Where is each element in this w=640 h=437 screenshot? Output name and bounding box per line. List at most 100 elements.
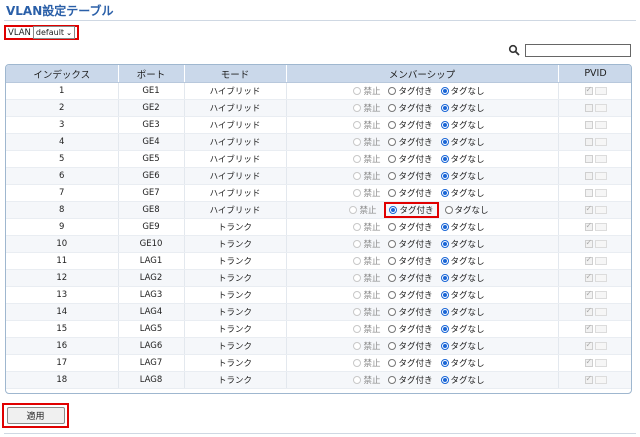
membership-untagged-option[interactable]: タグなし <box>440 289 485 301</box>
pvid-checkbox[interactable] <box>584 172 593 180</box>
radio-tagged[interactable] <box>388 274 397 282</box>
radio-tagged[interactable] <box>388 376 397 384</box>
radio-forbidden[interactable] <box>353 121 362 129</box>
membership-untagged-option[interactable]: タグなし <box>440 255 485 267</box>
membership-untagged-option[interactable]: タグなし <box>440 187 485 199</box>
radio-forbidden[interactable] <box>353 359 362 367</box>
radio-untagged[interactable] <box>440 138 449 146</box>
membership-tagged-option[interactable]: タグ付き <box>388 187 433 199</box>
membership-forbidden-option[interactable]: 禁止 <box>353 357 380 369</box>
pvid-checkbox[interactable] <box>584 340 593 350</box>
radio-tagged[interactable] <box>388 359 397 367</box>
membership-tagged-option[interactable]: タグ付き <box>388 374 433 386</box>
membership-forbidden-option[interactable]: 禁止 <box>353 289 380 301</box>
radio-tagged[interactable] <box>388 121 397 129</box>
radio-forbidden[interactable] <box>353 342 362 350</box>
radio-forbidden[interactable] <box>353 308 362 316</box>
membership-tagged-option[interactable]: タグ付き <box>384 202 439 218</box>
apply-button[interactable]: 適用 <box>6 407 65 424</box>
header-membership[interactable]: メンバーシップ <box>286 65 559 83</box>
radio-forbidden[interactable] <box>353 138 362 146</box>
membership-tagged-option[interactable]: タグ付き <box>388 170 433 182</box>
membership-forbidden-option[interactable]: 禁止 <box>349 204 376 216</box>
membership-untagged-option[interactable]: タグなし <box>440 272 485 284</box>
radio-tagged[interactable] <box>388 155 397 163</box>
pvid-checkbox[interactable] <box>584 323 593 333</box>
membership-forbidden-option[interactable]: 禁止 <box>353 340 380 352</box>
radio-forbidden[interactable] <box>353 104 362 112</box>
radio-tagged[interactable] <box>388 223 397 231</box>
radio-tagged[interactable] <box>389 206 398 214</box>
pvid-checkbox[interactable] <box>584 374 593 384</box>
membership-tagged-option[interactable]: タグ付き <box>388 221 433 233</box>
radio-untagged[interactable] <box>440 155 449 163</box>
radio-tagged[interactable] <box>388 138 397 146</box>
membership-tagged-option[interactable]: タグ付き <box>388 357 433 369</box>
membership-tagged-option[interactable]: タグ付き <box>388 119 433 131</box>
header-index[interactable]: インデックス <box>6 65 119 83</box>
membership-untagged-option[interactable]: タグなし <box>440 119 485 131</box>
membership-untagged-option[interactable]: タグなし <box>440 102 485 114</box>
membership-forbidden-option[interactable]: 禁止 <box>353 136 380 148</box>
membership-forbidden-option[interactable]: 禁止 <box>353 102 380 114</box>
membership-untagged-option[interactable]: タグなし <box>440 306 485 318</box>
header-mode[interactable]: モード <box>184 65 287 83</box>
pvid-checkbox[interactable] <box>584 121 593 129</box>
radio-forbidden[interactable] <box>353 189 362 197</box>
membership-forbidden-option[interactable]: 禁止 <box>353 374 380 386</box>
radio-tagged[interactable] <box>388 291 397 299</box>
membership-untagged-option[interactable]: タグなし <box>440 340 485 352</box>
membership-tagged-option[interactable]: タグ付き <box>388 85 433 97</box>
membership-forbidden-option[interactable]: 禁止 <box>353 119 380 131</box>
membership-forbidden-option[interactable]: 禁止 <box>353 306 380 318</box>
radio-forbidden[interactable] <box>353 223 362 231</box>
radio-tagged[interactable] <box>388 172 397 180</box>
header-port[interactable]: ポート <box>118 65 185 83</box>
membership-tagged-option[interactable]: タグ付き <box>388 238 433 250</box>
pvid-checkbox[interactable] <box>584 155 593 163</box>
radio-untagged[interactable] <box>440 342 449 350</box>
radio-untagged[interactable] <box>440 104 449 112</box>
membership-untagged-option[interactable]: タグなし <box>444 204 489 216</box>
membership-forbidden-option[interactable]: 禁止 <box>353 221 380 233</box>
membership-tagged-option[interactable]: タグ付き <box>388 153 433 165</box>
search-input[interactable] <box>525 44 631 57</box>
radio-tagged[interactable] <box>388 104 397 112</box>
radio-forbidden[interactable] <box>353 155 362 163</box>
radio-untagged[interactable] <box>440 325 449 333</box>
membership-tagged-option[interactable]: タグ付き <box>388 340 433 352</box>
pvid-checkbox[interactable] <box>584 357 593 367</box>
membership-tagged-option[interactable]: タグ付き <box>388 323 433 335</box>
radio-untagged[interactable] <box>440 121 449 129</box>
pvid-checkbox[interactable] <box>584 138 593 146</box>
radio-forbidden[interactable] <box>353 172 362 180</box>
radio-forbidden[interactable] <box>353 257 362 265</box>
vlan-select[interactable]: default ⌄ <box>32 26 75 39</box>
radio-tagged[interactable] <box>388 308 397 316</box>
membership-untagged-option[interactable]: タグなし <box>440 153 485 165</box>
radio-forbidden[interactable] <box>353 325 362 333</box>
pvid-checkbox[interactable] <box>584 289 593 299</box>
membership-tagged-option[interactable]: タグ付き <box>388 289 433 301</box>
radio-untagged[interactable] <box>444 206 453 214</box>
membership-tagged-option[interactable]: タグ付き <box>388 272 433 284</box>
membership-tagged-option[interactable]: タグ付き <box>388 136 433 148</box>
membership-untagged-option[interactable]: タグなし <box>440 323 485 335</box>
pvid-checkbox[interactable] <box>584 306 593 316</box>
membership-forbidden-option[interactable]: 禁止 <box>353 187 380 199</box>
radio-untagged[interactable] <box>440 376 449 384</box>
radio-untagged[interactable] <box>440 291 449 299</box>
radio-forbidden[interactable] <box>353 291 362 299</box>
header-pvid[interactable]: PVID <box>558 65 631 83</box>
radio-untagged[interactable] <box>440 189 449 197</box>
radio-tagged[interactable] <box>388 189 397 197</box>
pvid-checkbox[interactable] <box>584 104 593 112</box>
membership-untagged-option[interactable]: タグなし <box>440 170 485 182</box>
radio-untagged[interactable] <box>440 359 449 367</box>
membership-untagged-option[interactable]: タグなし <box>440 136 485 148</box>
radio-untagged[interactable] <box>440 240 449 248</box>
membership-forbidden-option[interactable]: 禁止 <box>353 323 380 335</box>
pvid-checkbox[interactable] <box>584 85 593 95</box>
pvid-checkbox[interactable] <box>584 189 593 197</box>
radio-forbidden[interactable] <box>353 87 362 95</box>
